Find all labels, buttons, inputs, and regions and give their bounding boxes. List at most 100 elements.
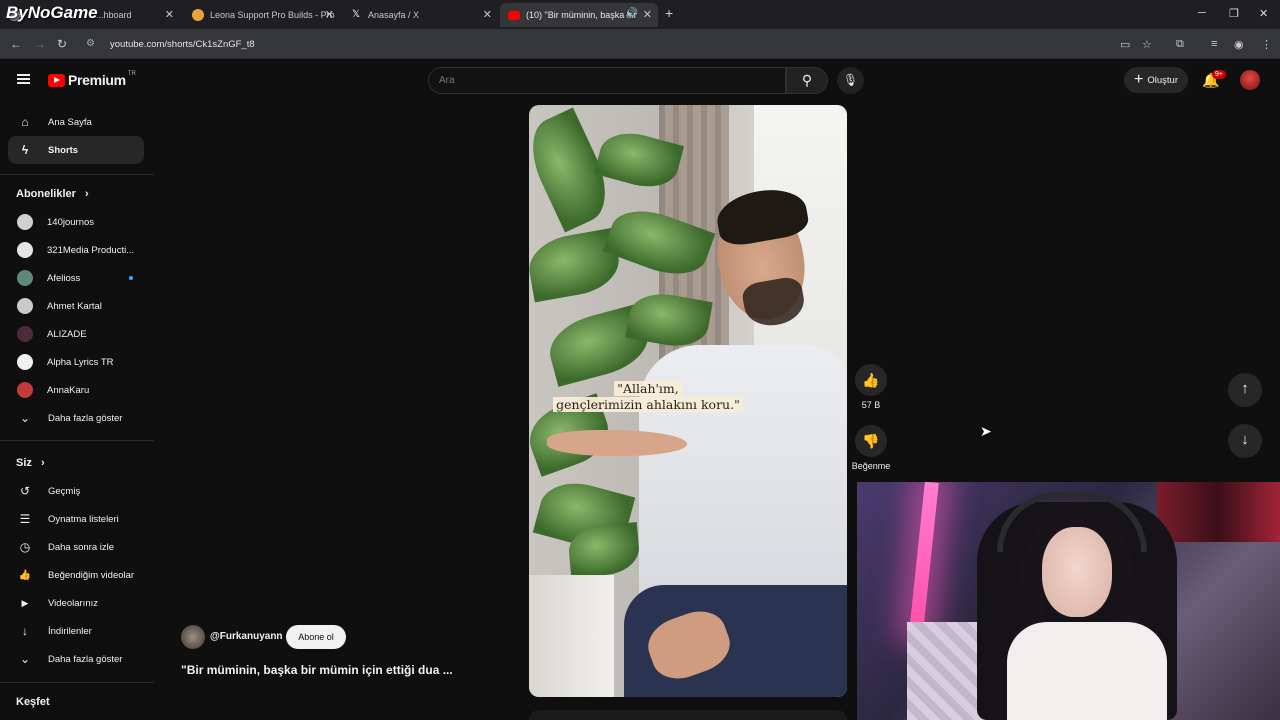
next-short-preview[interactable]: [529, 710, 847, 720]
channel-avatar[interactable]: [181, 625, 205, 649]
subscriptions-heading-label: Abonelikler: [16, 188, 76, 200]
youtube-premium-logo[interactable]: Premium TR: [48, 71, 136, 88]
sidebar-item-watch-later[interactable]: ◷ Daha sonra izle: [8, 533, 144, 561]
logo-region: TR: [127, 71, 136, 77]
sidebar-item-subscription[interactable]: Ahmet Kartal: [8, 292, 144, 320]
sidebar-item-history[interactable]: ↺ Geçmiş: [8, 477, 144, 505]
sidebar-item-liked-videos[interactable]: 👍 Beğendiğim videolar: [8, 561, 144, 589]
home-icon: ⌂: [21, 115, 29, 129]
short-title[interactable]: "Bir müminin, başka bir mümin için ettiğ…: [181, 663, 453, 677]
subscribe-button[interactable]: Abone ol: [286, 625, 346, 649]
stream-watermark: ByNoGame: [6, 3, 98, 22]
webcam-overlay: [857, 482, 1280, 720]
speaker-icon[interactable]: 🔊: [626, 8, 638, 19]
channel-name[interactable]: @Furkanuyann: [210, 631, 283, 642]
sidebar-item-label: Daha sonra izle: [48, 541, 115, 553]
wall-posters: [1157, 482, 1280, 542]
tab-title: Leona Support Pro Builds - Pro: [210, 10, 335, 20]
url-field[interactable]: ⚙ youtube.com/shorts/Ck1sZnGF_t8: [80, 33, 1165, 55]
close-tab-icon[interactable]: ✕: [483, 8, 492, 21]
sidebar-item-downloads[interactable]: ↓ İndirilenler: [8, 617, 144, 645]
microphone-icon: 🎙: [842, 73, 859, 87]
channel-avatar: [17, 354, 33, 370]
restore-icon[interactable]: ❐: [1229, 7, 1239, 20]
reload-icon[interactable]: ↻: [57, 37, 67, 51]
arrow-down-icon: ↓: [1241, 431, 1249, 448]
forward-icon[interactable]: →: [34, 37, 46, 51]
sidebar-item-label: Daha fazla göster: [48, 653, 123, 665]
browser-tab-bar: ...hboard ✕ ByNoGame Leona Support Pro B…: [0, 0, 1280, 29]
voice-search-button[interactable]: 🎙: [837, 67, 864, 94]
you-heading[interactable]: Siz ›: [16, 457, 45, 469]
search-button[interactable]: ⚲: [786, 67, 828, 94]
sidebar-item-subscription[interactable]: ALIZADE: [8, 320, 144, 348]
sidebar-item-subscription[interactable]: Afelioss: [8, 264, 144, 292]
bookmark-star-icon[interactable]: ☆: [1142, 38, 1152, 51]
menu-hamburger-icon[interactable]: [17, 74, 30, 84]
dislike-button[interactable]: 👎: [855, 425, 887, 457]
browser-menu-icon[interactable]: ⋮: [1261, 38, 1272, 51]
sidebar-item-your-videos[interactable]: ▶ Videolarınız: [8, 589, 144, 617]
sidebar-item-label: AnnaKaru: [47, 384, 90, 396]
sidebar-item-subscription[interactable]: AnnaKaru: [8, 376, 144, 404]
search-input[interactable]: Ara: [428, 67, 786, 94]
create-label: Oluştur: [1147, 74, 1178, 86]
thumbs-down-icon: 👎: [862, 433, 880, 449]
tab-favicon-icon: [192, 9, 204, 21]
browser-tab-leona[interactable]: Leona Support Pro Builds - Pro ✕: [184, 3, 340, 27]
media-control-icon[interactable]: ≡: [1211, 38, 1217, 50]
plus-icon: +: [1134, 71, 1144, 88]
sidebar-item-playlists[interactable]: ☰ Oynatma listeleri: [8, 505, 144, 533]
close-tab-icon[interactable]: ✕: [643, 8, 652, 21]
profile-icon[interactable]: ◉: [1234, 38, 1244, 51]
browser-tab-x[interactable]: 𝕏 Anasayfa / X ✕: [342, 3, 498, 27]
liked-videos-icon: 👍: [18, 569, 32, 581]
back-icon[interactable]: ←: [10, 37, 22, 51]
sidebar-item-home[interactable]: ⌂ Ana Sayfa: [8, 108, 144, 136]
sidebar-item-subscription[interactable]: Alpha Lyrics TR: [8, 348, 144, 376]
browser-tab-youtube[interactable]: (10) "Bir müminin, başka bir 🔊 ✕: [500, 3, 658, 27]
create-button[interactable]: + Oluştur: [1124, 67, 1188, 93]
streamer-shirt: [1007, 622, 1167, 720]
notification-badge: 9+: [1212, 70, 1226, 79]
sidebar-item-subscription[interactable]: 140journos: [8, 208, 144, 236]
channel-avatar: [17, 326, 33, 342]
tab-title: Anasayfa / X: [368, 10, 420, 20]
close-tab-icon[interactable]: ✕: [165, 8, 174, 21]
your-videos-icon: ▶: [21, 597, 29, 608]
cast-icon[interactable]: ▭: [1120, 38, 1130, 51]
caption-line: gençlerimizin ahlakını koru.": [553, 397, 743, 412]
like-button[interactable]: 👍: [855, 364, 887, 396]
sidebar-show-more-subs[interactable]: ⌄ Daha fazla göster: [8, 404, 144, 432]
divider: [0, 174, 154, 175]
site-info-icon[interactable]: ⚙: [86, 38, 100, 50]
sidebar-item-label: 321Media Producti...: [47, 244, 135, 256]
shorts-icon: ϟ: [21, 143, 29, 157]
close-tab-icon[interactable]: ✕: [325, 8, 334, 21]
chevron-right-icon: ›: [84, 188, 89, 200]
channel-avatar: [17, 382, 33, 398]
chevron-down-icon: ⌄: [19, 652, 31, 666]
new-tab-button[interactable]: +: [665, 5, 673, 21]
minimize-icon[interactable]: ─: [1198, 7, 1206, 19]
youtube-play-icon: [48, 73, 65, 87]
arrow-up-icon: ↑: [1241, 380, 1249, 397]
address-bar-row: ← → ↻ ⚙ youtube.com/shorts/Ck1sZnGF_t8 ▭…: [0, 29, 1280, 59]
account-avatar[interactable]: [1240, 70, 1260, 90]
like-count: 57 B: [861, 400, 881, 410]
sidebar-item-label: Videolarınız: [48, 597, 98, 609]
sidebar-item-label: Afelioss: [47, 272, 81, 284]
subscriptions-heading[interactable]: Abonelikler ›: [16, 188, 89, 200]
watch-later-icon: ◷: [19, 540, 31, 554]
sidebar-item-subscription[interactable]: 321Media Producti...: [8, 236, 144, 264]
channel-avatar: [17, 214, 33, 230]
next-short-button[interactable]: ↓: [1228, 424, 1262, 458]
sidebar-item-shorts[interactable]: ϟ Shorts: [8, 136, 144, 164]
extensions-icon[interactable]: ⧉: [1176, 38, 1184, 51]
sidebar-show-more-you[interactable]: ⌄ Daha fazla göster: [8, 645, 144, 673]
previous-short-button[interactable]: ↑: [1228, 373, 1262, 407]
close-window-icon[interactable]: ✕: [1259, 7, 1268, 20]
x-logo-icon: 𝕏: [351, 9, 361, 20]
playlists-icon: ☰: [19, 512, 31, 526]
short-video-player[interactable]: "Allah'ım, gençlerimizin ahlakını koru.": [529, 105, 847, 697]
